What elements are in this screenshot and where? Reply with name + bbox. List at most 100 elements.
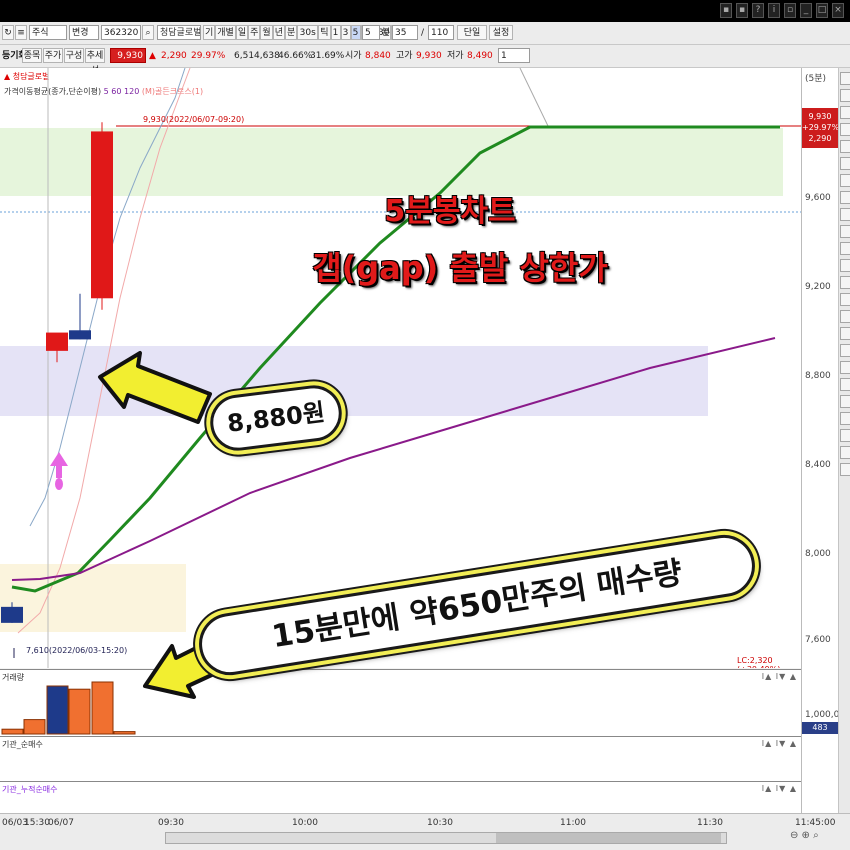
info-icon[interactable]: i bbox=[768, 3, 780, 18]
tool-icon[interactable] bbox=[840, 123, 850, 136]
title-line1: 5분봉차트 bbox=[384, 194, 516, 229]
tool-icon[interactable] bbox=[840, 89, 850, 102]
stock-code-input[interactable]: 362320 bbox=[101, 25, 141, 40]
price-box-price: 9,930 bbox=[808, 112, 832, 121]
time-tick: 06/07 bbox=[48, 818, 74, 828]
y-tick-label: 7,600 bbox=[805, 635, 831, 645]
right-toolstrip bbox=[838, 68, 850, 833]
volume-bar bbox=[91, 681, 114, 735]
tool-icon[interactable] bbox=[840, 412, 850, 425]
toolbar-top: ↻ ≡ 주식 변경 362320 ⌕ 청담글로벌 기 개별 일 주 월 년 분 30s 틱 1 3 5… bbox=[0, 22, 850, 45]
tool-icon[interactable] bbox=[840, 242, 850, 255]
p4-label: 기관_누적순매수 bbox=[2, 785, 58, 794]
close-icon[interactable]: × bbox=[832, 3, 844, 18]
tool-icon[interactable] bbox=[840, 276, 850, 289]
tool-icon[interactable] bbox=[840, 140, 850, 153]
type-select[interactable]: 변경 bbox=[69, 25, 99, 40]
period-button[interactable]: 개별 bbox=[215, 25, 236, 40]
period-button[interactable]: 분 bbox=[284, 25, 298, 40]
search-icon[interactable]: ⌕ bbox=[142, 25, 154, 40]
settings-button[interactable]: 설정 bbox=[489, 25, 513, 40]
quote-tab[interactable]: 구성 bbox=[64, 48, 84, 63]
tool-icon[interactable] bbox=[840, 310, 850, 323]
tool-icon[interactable] bbox=[840, 174, 850, 187]
tool-icon[interactable] bbox=[840, 395, 850, 408]
page-select[interactable]: 1 bbox=[498, 48, 530, 63]
tool-icon[interactable] bbox=[840, 157, 850, 170]
period-button[interactable]: 틱 bbox=[318, 25, 331, 40]
quote-tab[interactable]: 주가 bbox=[43, 48, 63, 63]
time-tick: 11:30 bbox=[697, 818, 723, 828]
quote-tab[interactable]: 추세선 bbox=[85, 48, 105, 76]
new-window-icon[interactable]: ↻ bbox=[2, 25, 14, 40]
time-tick: 10:30 bbox=[427, 818, 453, 828]
pin-icon[interactable]: ▪ bbox=[720, 3, 732, 18]
scroll-thumb[interactable] bbox=[496, 833, 721, 843]
price-axis[interactable]: (5분) 9,930 +29.97% 2,290 9,600 9,200 8,800… bbox=[801, 68, 850, 833]
help-icon[interactable]: ? bbox=[752, 3, 764, 18]
restore-icon[interactable]: ▫ bbox=[784, 3, 796, 18]
y-tick-label: 8,800 bbox=[805, 371, 831, 381]
tool-icon[interactable] bbox=[840, 446, 850, 459]
time-tick: 10:00 bbox=[292, 818, 318, 828]
candle-body bbox=[46, 332, 68, 351]
turnover-percent: 31.69% bbox=[310, 51, 345, 61]
tool-icon[interactable] bbox=[840, 259, 850, 272]
period-button[interactable]: 30s bbox=[297, 25, 319, 40]
time-tick: 09:30 bbox=[158, 818, 184, 828]
title-line2: 갭(gap) 출발 상한가 bbox=[312, 249, 608, 287]
lc-note: LC:2,320 (+30.49%) bbox=[737, 656, 780, 668]
chart-window: ▪ ▪ ? i ▫ _ □ × ↻ ≡ 주식 변경 362320 ⌕ 청담글로벌… bbox=[0, 0, 850, 850]
institution-net-pane[interactable]: 기관_순매수 I▲ I▼ ▲ bbox=[0, 736, 801, 781]
y-tick-label: 8,000 bbox=[805, 549, 831, 559]
window-controls: ▪ ▪ ? i ▫ _ □ × bbox=[720, 3, 844, 18]
total-input[interactable]: 110 bbox=[428, 25, 454, 40]
tool-icon[interactable] bbox=[840, 106, 850, 119]
window-titlebar: ▪ ▪ ? i ▫ _ □ × bbox=[0, 0, 850, 22]
candle-body bbox=[1, 606, 23, 623]
candle-body bbox=[69, 330, 91, 340]
tool-icon[interactable] bbox=[840, 191, 850, 204]
y-tick-label: 8,400 bbox=[805, 460, 831, 470]
menu-icon[interactable]: ≡ bbox=[15, 25, 27, 40]
tool-icon[interactable] bbox=[840, 361, 850, 374]
tool-icon[interactable] bbox=[840, 378, 850, 391]
period-button[interactable]: 1 bbox=[330, 25, 341, 40]
volume-bar bbox=[46, 685, 69, 735]
period-button[interactable]: 일 bbox=[235, 25, 249, 40]
lower-zone bbox=[0, 564, 186, 632]
period-button[interactable]: 기 bbox=[203, 25, 216, 40]
tool-icon[interactable] bbox=[840, 344, 850, 357]
period-button[interactable]: 월 bbox=[260, 25, 273, 40]
period-button[interactable]: 년 bbox=[272, 25, 285, 40]
tool-icon[interactable] bbox=[840, 225, 850, 238]
p4-pane-controls[interactable]: I▲ I▼ ▲ bbox=[762, 784, 797, 793]
market-select[interactable]: 주식 bbox=[29, 25, 67, 40]
interval-input[interactable]: 5 bbox=[362, 25, 380, 40]
ma-line-grey bbox=[519, 68, 549, 127]
tool-icon[interactable] bbox=[840, 72, 850, 85]
period-button[interactable]: 주 bbox=[248, 25, 261, 40]
period-button[interactable]: 3 bbox=[340, 25, 351, 40]
time-tick: 11:45:00 bbox=[795, 818, 836, 828]
tool-icon[interactable] bbox=[840, 463, 850, 476]
high-value: 9,930 bbox=[416, 51, 442, 61]
p3-pane-controls[interactable]: I▲ I▼ ▲ bbox=[762, 739, 797, 748]
single-checkbox[interactable]: 단일 bbox=[457, 25, 487, 40]
quote-tab[interactable]: 종목 bbox=[22, 48, 42, 63]
tool-icon[interactable] bbox=[840, 208, 850, 221]
minimize-icon[interactable]: _ bbox=[800, 3, 812, 18]
tool-icon[interactable] bbox=[840, 327, 850, 340]
slash-label: / bbox=[421, 28, 425, 38]
tool-icon[interactable] bbox=[840, 429, 850, 442]
link-icon[interactable]: ▪ bbox=[736, 3, 748, 18]
chart-scrollbar[interactable] bbox=[165, 832, 727, 844]
period-button[interactable]: 5 bbox=[350, 25, 361, 40]
mid-zone bbox=[0, 346, 708, 416]
volume-pane[interactable]: 거래량 I▲ I▼ ▲ bbox=[0, 669, 801, 736]
maximize-icon[interactable]: □ bbox=[816, 3, 828, 18]
count-input[interactable]: 35 bbox=[392, 25, 418, 40]
zoom-icons[interactable]: ⊖ ⊕ ⌕ bbox=[790, 830, 819, 841]
tool-icon[interactable] bbox=[840, 293, 850, 306]
stock-name-field[interactable]: 청담글로벌 bbox=[157, 25, 201, 40]
